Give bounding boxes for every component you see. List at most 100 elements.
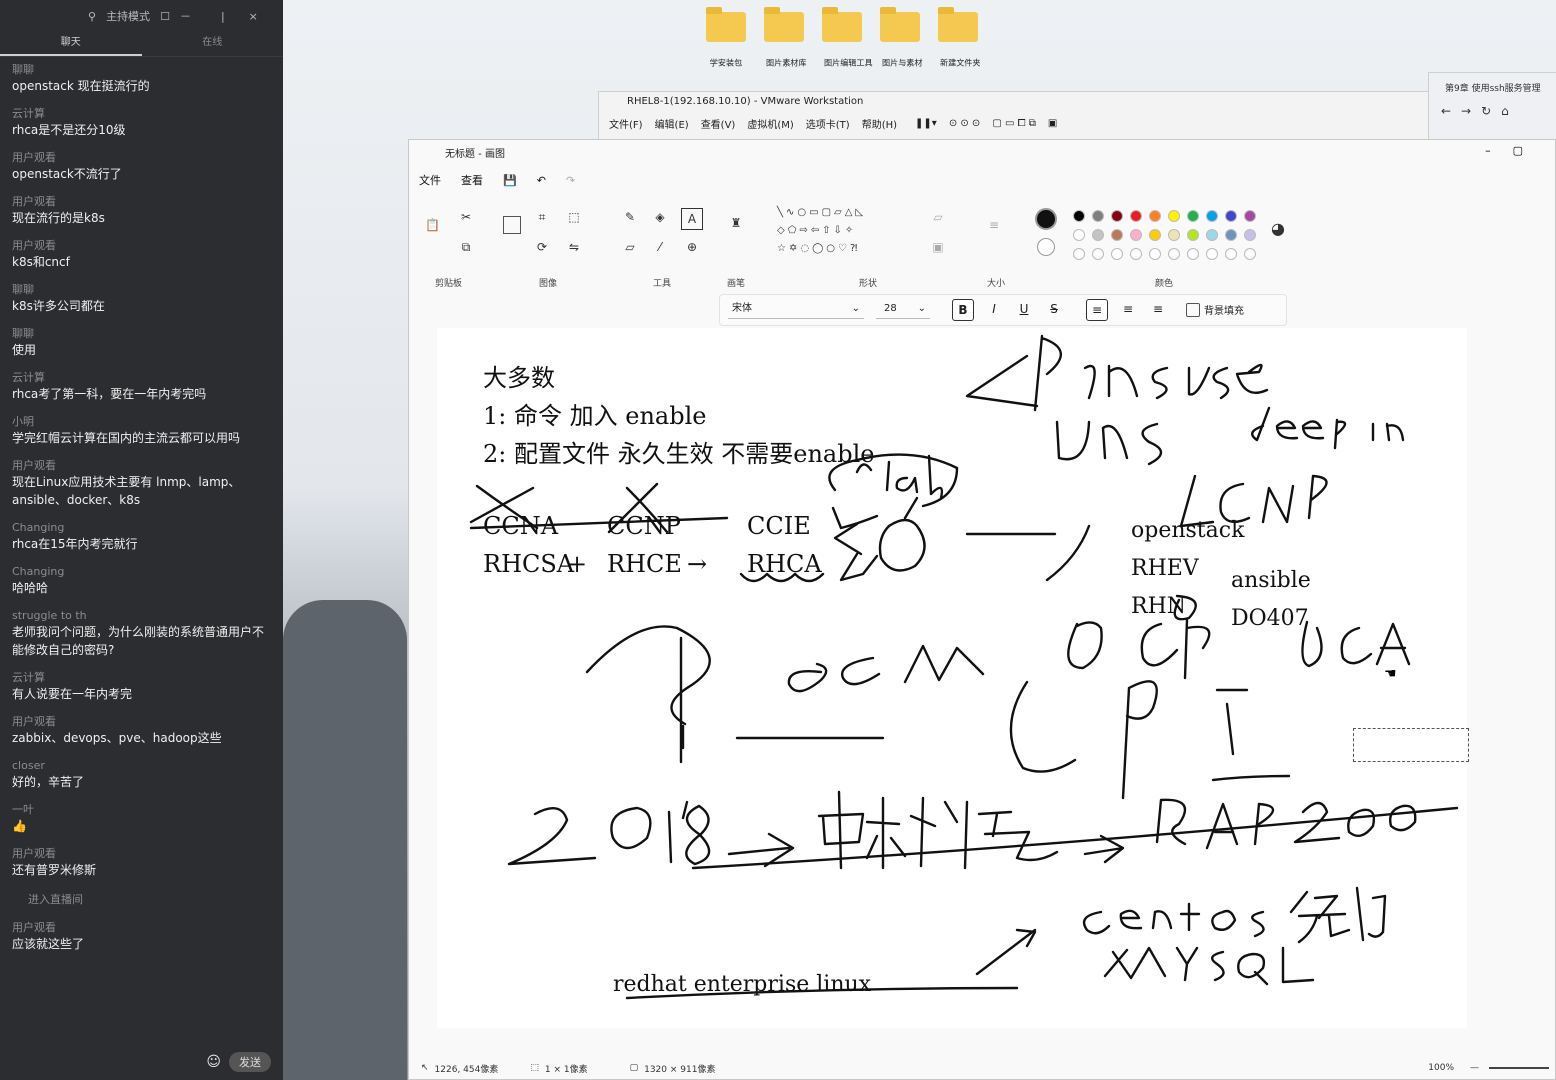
palette-color-swatch[interactable] [1187, 248, 1199, 260]
palette-color-swatch[interactable] [1206, 229, 1218, 241]
palette-color-swatch[interactable] [1225, 248, 1237, 260]
emoji-icon[interactable]: ☺ [206, 1054, 221, 1070]
brush-icon[interactable]: ♜ [729, 216, 743, 230]
minimize-icon[interactable]: － [180, 8, 191, 24]
vmware-menu-tabs[interactable]: 选项卡(T) [806, 116, 850, 131]
text-selection-box[interactable] [1353, 728, 1469, 762]
align-left-button[interactable]: ≡ [1086, 299, 1108, 321]
cut-icon[interactable]: ✂ [459, 210, 473, 224]
rotate-icon[interactable]: ⟳ [535, 240, 549, 254]
palette-color-swatch[interactable] [1092, 248, 1104, 260]
pencil-icon[interactable]: ✎ [623, 210, 637, 224]
paste-icon[interactable]: 📋 [425, 218, 440, 232]
eraser-icon[interactable]: ▱ [623, 240, 637, 254]
browser-nav-icons[interactable]: ←→↻⌂ [1429, 94, 1556, 118]
palette-color-swatch[interactable] [1130, 210, 1142, 222]
palette-color-swatch[interactable] [1168, 248, 1180, 260]
shape-fill-icon[interactable]: ▣ [931, 240, 945, 254]
browser-tab[interactable]: 第9章 使用ssh服务管理 [1429, 73, 1556, 94]
color1-swatch[interactable] [1035, 208, 1057, 230]
tab-online[interactable]: 在线 [142, 32, 284, 56]
vmware-menu-view[interactable]: 查看(V) [701, 116, 736, 131]
close-icon[interactable]: × [249, 10, 258, 23]
palette-color-swatch[interactable] [1187, 229, 1199, 241]
size-icon[interactable]: ≡ [987, 218, 1001, 232]
palette-color-swatch[interactable] [1149, 210, 1161, 222]
font-family-select[interactable]: 宋体 ⌄ [728, 300, 864, 319]
shapes-gallery[interactable]: ╲∿○▭▢▱△◺ [777, 206, 917, 220]
save-icon[interactable]: 💾 [503, 174, 517, 187]
palette-color-swatch[interactable] [1244, 248, 1256, 260]
pause-icon[interactable]: ❚❚▾ [915, 118, 937, 129]
outline-icon[interactable]: ▱ [931, 210, 945, 224]
palette-color-swatch[interactable] [1130, 229, 1142, 241]
vmware-menu-vm[interactable]: 虚拟机(M) [747, 116, 793, 131]
palette-color-swatch[interactable] [1244, 210, 1256, 222]
palette-color-swatch[interactable] [1225, 210, 1237, 222]
send-button[interactable]: 发送 [229, 1052, 271, 1072]
shapes-gallery-row3[interactable]: ☆✡◌◯○♡⁈ [777, 242, 917, 256]
palette-color-swatch[interactable] [1092, 210, 1104, 222]
snapshot-icon[interactable]: ⊙ ⊙ ⊙ [949, 118, 981, 129]
console-icon[interactable]: ▣ [1048, 118, 1057, 129]
palette-color-swatch[interactable] [1225, 229, 1237, 241]
resize-icon[interactable]: ⬚ [567, 210, 581, 224]
desktop-folder-icon[interactable]: 图片与素材 [880, 7, 923, 69]
pin-icon[interactable]: | [221, 10, 225, 23]
view-mode-icon[interactable]: ▢ ▭ ⧠ ⧉ [992, 118, 1036, 129]
palette-color-swatch[interactable] [1111, 229, 1123, 241]
menu-file[interactable]: 文件 [419, 172, 441, 188]
undo-icon[interactable]: ↶ [537, 174, 546, 187]
bg-fill-checkbox[interactable] [1186, 303, 1200, 317]
zoom-slider[interactable] [1489, 1067, 1549, 1069]
palette-color-swatch[interactable] [1206, 248, 1218, 260]
fill-icon[interactable]: ◈ [653, 210, 667, 224]
palette-color-swatch[interactable] [1092, 229, 1104, 241]
palette-color-swatch[interactable] [1206, 210, 1218, 222]
palette-color-swatch[interactable] [1168, 210, 1180, 222]
palette-color-swatch[interactable] [1111, 210, 1123, 222]
color2-swatch[interactable] [1037, 238, 1055, 256]
crop-icon[interactable]: ⌗ [535, 210, 549, 224]
font-size-select[interactable]: 28 ⌄ [876, 300, 930, 319]
text-icon[interactable]: A [681, 208, 703, 230]
palette-color-swatch[interactable] [1130, 248, 1142, 260]
palette-color-swatch[interactable] [1244, 229, 1256, 241]
palette-color-swatch[interactable] [1073, 248, 1085, 260]
desktop-folder-icon[interactable]: 图片编辑工具 [822, 7, 873, 69]
redo-icon[interactable]: ↷ [566, 174, 575, 187]
vmware-menu-file[interactable]: 文件(F) [609, 116, 643, 131]
align-right-button[interactable]: ≡ [1148, 299, 1168, 319]
host-mode-icon[interactable]: ⚲ [88, 10, 96, 23]
italic-button[interactable]: I [984, 299, 1004, 319]
desktop-folder-icon[interactable]: 图片素材库 [764, 7, 807, 69]
shapes-gallery-row2[interactable]: ◇⬠⇨⇦⇧⇩✧ [777, 224, 917, 238]
palette-color-swatch[interactable] [1187, 210, 1199, 222]
flip-icon[interactable]: ⇋ [567, 240, 581, 254]
chat-message-list[interactable]: 聊聊 openstack 现在挺流行的 云计算 rhca是不是还分10级 用户观看 o… [0, 57, 283, 953]
select-icon[interactable] [503, 216, 521, 234]
align-center-button[interactable]: ≡ [1118, 299, 1138, 319]
popout-icon[interactable]: ☐ [160, 10, 170, 23]
strikethrough-button[interactable]: S [1044, 299, 1064, 319]
palette-color-swatch[interactable] [1149, 248, 1161, 260]
vmware-menu-help[interactable]: 帮助(H) [862, 116, 897, 131]
zoom-out-icon[interactable]: — [1470, 1063, 1479, 1073]
palette-color-swatch[interactable] [1111, 248, 1123, 260]
palette-color-swatch[interactable] [1073, 210, 1085, 222]
bold-button[interactable]: B [952, 299, 974, 321]
palette-color-swatch[interactable] [1168, 229, 1180, 241]
palette-color-swatch[interactable] [1073, 229, 1085, 241]
window-controls[interactable]: –▢ [1485, 144, 1545, 157]
edit-colors-icon[interactable]: ◕ [1271, 221, 1285, 237]
tab-chat[interactable]: 聊天 [0, 32, 142, 56]
copy-icon[interactable]: ⧉ [459, 240, 473, 254]
desktop-folder-icon[interactable]: 学安装包 [706, 7, 746, 69]
color-picker-icon[interactable]: ⁄ [653, 240, 667, 254]
drawing-canvas[interactable]: 大多数 1: 命令 加入 enable 2: 配置文件 永久生效 不需要enab… [437, 328, 1469, 1028]
desktop-folder-icon[interactable]: 新建文件夹 [938, 7, 981, 69]
underline-button[interactable]: U [1014, 299, 1034, 319]
palette-color-swatch[interactable] [1149, 229, 1161, 241]
menu-view[interactable]: 查看 [461, 172, 483, 188]
vmware-menu-edit[interactable]: 编辑(E) [655, 116, 689, 131]
